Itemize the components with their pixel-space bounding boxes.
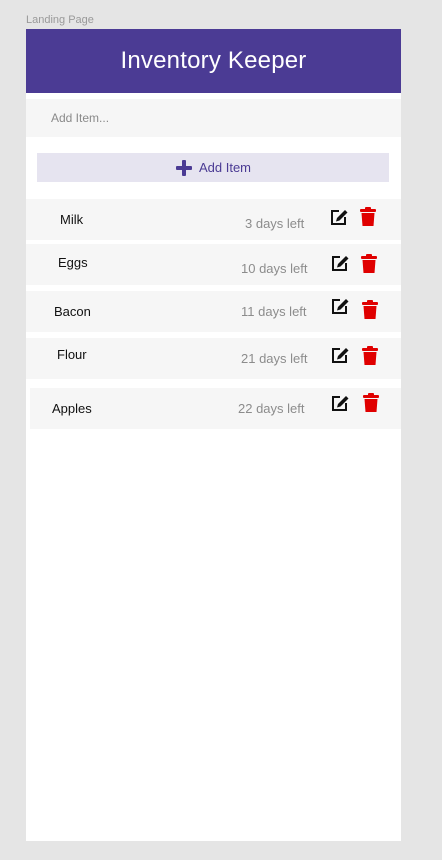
trash-icon[interactable]	[359, 345, 381, 367]
app-screen: Inventory Keeper Add Item Milk 3 days le…	[26, 29, 401, 841]
edit-icon[interactable]	[328, 206, 350, 228]
plus-icon	[175, 159, 192, 176]
item-name: Eggs	[58, 255, 88, 270]
list-item: Bacon 11 days left	[26, 291, 401, 332]
trash-icon[interactable]	[360, 392, 382, 414]
add-item-input[interactable]	[26, 99, 401, 137]
list-item: Eggs 10 days left	[26, 244, 401, 285]
edit-icon[interactable]	[329, 252, 351, 274]
item-name: Milk	[60, 212, 84, 227]
add-item-button[interactable]: Add Item	[37, 153, 389, 182]
frame-label: Landing Page	[26, 14, 94, 26]
add-item-button-label: Add Item	[198, 160, 252, 175]
item-name: Apples	[52, 401, 92, 416]
app-header: Inventory Keeper	[26, 29, 401, 93]
item-days-left: 10 days left	[241, 261, 308, 276]
item-name: Bacon	[54, 304, 91, 319]
edit-icon[interactable]	[329, 295, 351, 317]
item-name: Flour	[57, 347, 87, 362]
trash-icon[interactable]	[357, 206, 379, 228]
trash-icon[interactable]	[359, 299, 381, 321]
trash-icon[interactable]	[358, 253, 380, 275]
edit-icon[interactable]	[329, 344, 351, 366]
add-item-input-row	[26, 99, 401, 137]
app-title: Inventory Keeper	[120, 47, 307, 74]
item-days-left: 21 days left	[241, 351, 308, 366]
edit-icon[interactable]	[329, 392, 351, 414]
item-days-left: 11 days left	[241, 304, 307, 319]
list-item: Apples 22 days left	[30, 388, 401, 429]
list-item: Flour 21 days left	[26, 338, 401, 379]
item-days-left: 3 days left	[245, 216, 305, 231]
item-days-left: 22 days left	[238, 401, 305, 416]
list-item: Milk 3 days left	[26, 199, 401, 240]
